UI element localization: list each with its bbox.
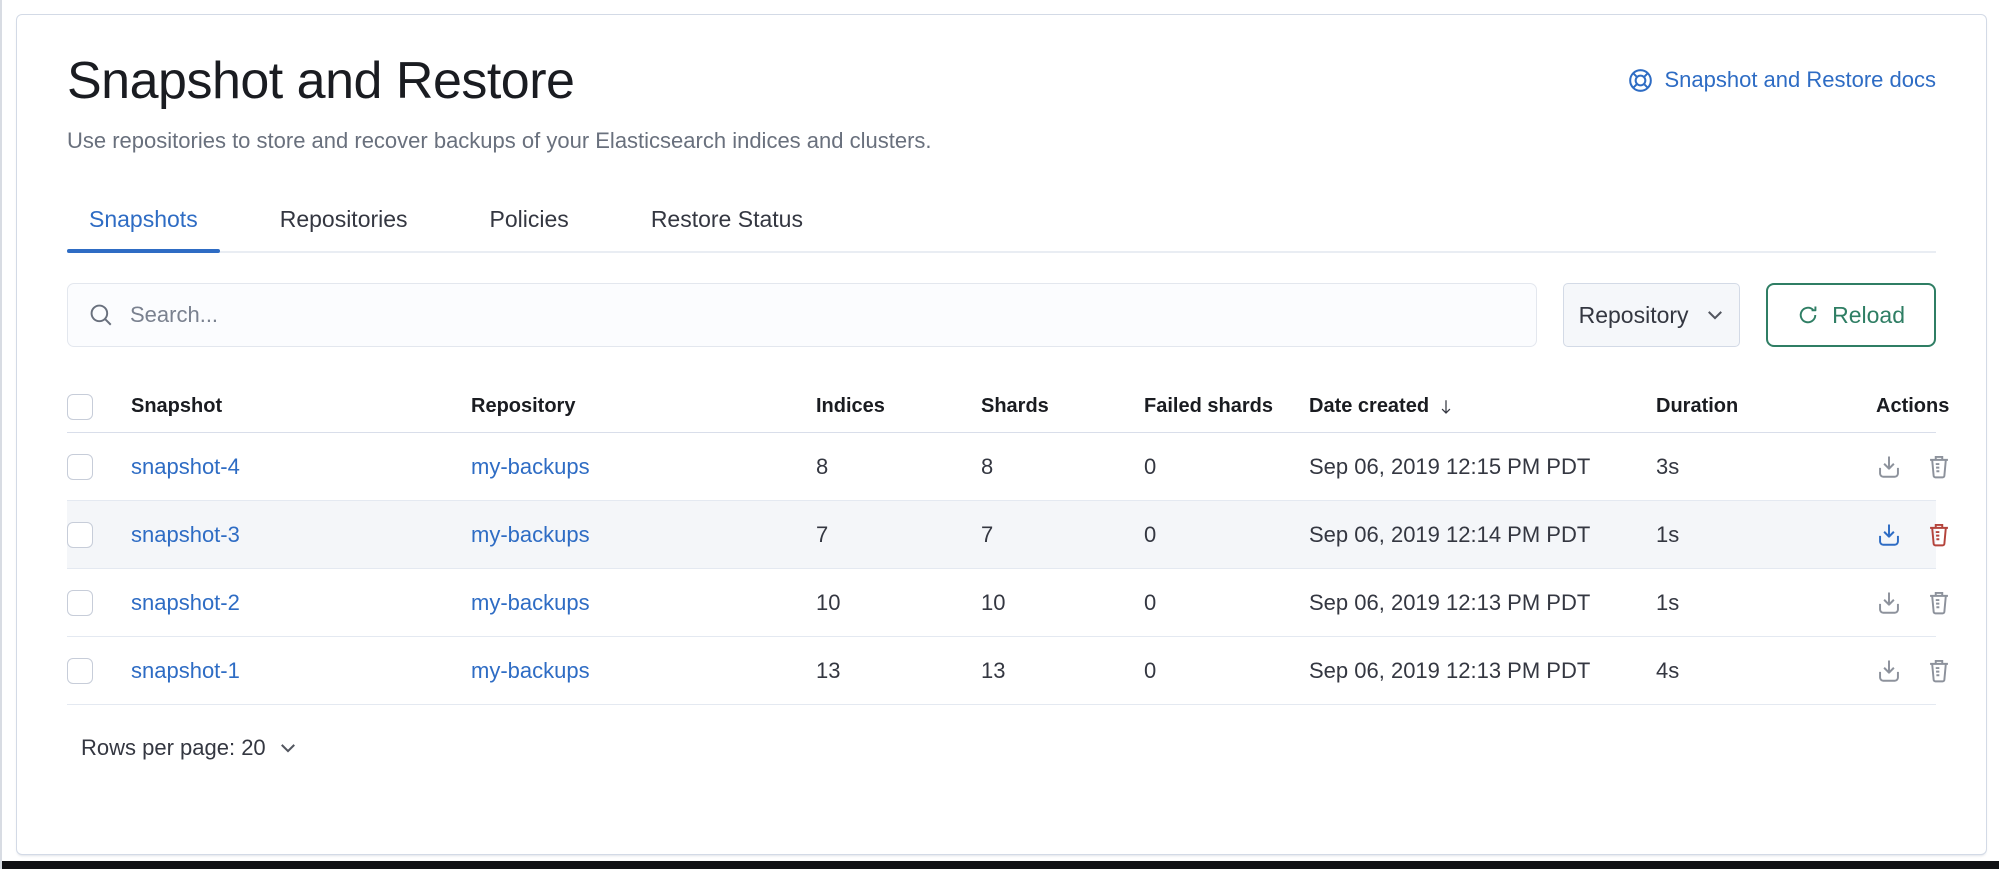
screenshot-bottom-edge <box>2 861 1999 869</box>
repository-filter-label: Repository <box>1579 302 1689 329</box>
indices-cell: 7 <box>816 522 981 548</box>
snapshots-table: Snapshot Repository Indices Shards Faile… <box>31 381 1972 705</box>
row-select-cell <box>67 658 131 684</box>
table-row: snapshot-2 my-backups 10 10 0 Sep 06, 20… <box>67 569 1936 637</box>
column-header-snapshot[interactable]: Snapshot <box>131 395 471 418</box>
tab-repositories[interactable]: Repositories <box>258 192 430 251</box>
column-header-date-created[interactable]: Date created <box>1309 395 1656 418</box>
repository-filter-button[interactable]: Repository <box>1563 283 1740 347</box>
table-row: snapshot-1 my-backups 13 13 0 Sep 06, 20… <box>67 637 1936 705</box>
tab-snapshots[interactable]: Snapshots <box>67 192 220 251</box>
page-header: Snapshot and Restore Snapshot and Restor… <box>67 49 1936 114</box>
failed-shards-cell: 0 <box>1144 658 1309 684</box>
page-title: Snapshot and Restore <box>67 49 574 114</box>
failed-shards-cell: 0 <box>1144 522 1309 548</box>
screen: Snapshot and Restore Snapshot and Restor… <box>0 0 1999 869</box>
date-created-cell: Sep 06, 2019 12:15 PM PDT <box>1309 454 1656 480</box>
rows-per-page-label: Rows per page: 20 <box>81 735 266 761</box>
duration-cell: 3s <box>1656 454 1876 480</box>
shards-cell: 7 <box>981 522 1144 548</box>
delete-snapshot-icon[interactable] <box>1926 590 1952 616</box>
search-icon <box>88 302 114 328</box>
tab-bar: Snapshots Repositories Policies Restore … <box>67 192 1936 253</box>
help-lifebuoy-icon <box>1628 68 1653 93</box>
select-all-checkbox[interactable] <box>67 394 93 420</box>
indices-cell: 13 <box>816 658 981 684</box>
delete-snapshot-icon[interactable] <box>1926 454 1952 480</box>
repository-link[interactable]: my-backups <box>471 522 590 547</box>
column-header-actions: Actions <box>1876 395 1949 418</box>
date-created-cell: Sep 06, 2019 12:13 PM PDT <box>1309 590 1656 616</box>
restore-snapshot-icon[interactable] <box>1876 522 1902 548</box>
row-checkbox[interactable] <box>67 658 93 684</box>
duration-cell: 1s <box>1656 590 1876 616</box>
repository-link[interactable]: my-backups <box>471 658 590 683</box>
column-header-duration[interactable]: Duration <box>1656 395 1876 418</box>
row-select-cell <box>67 590 131 616</box>
shards-cell: 13 <box>981 658 1144 684</box>
column-header-repository[interactable]: Repository <box>471 395 816 418</box>
snapshot-link[interactable]: snapshot-1 <box>131 658 240 683</box>
row-actions <box>1876 590 1954 616</box>
repository-link[interactable]: my-backups <box>471 454 590 479</box>
reload-label: Reload <box>1832 302 1905 329</box>
table-body: snapshot-4 my-backups 8 8 0 Sep 06, 2019… <box>67 433 1936 705</box>
row-actions <box>1876 658 1954 684</box>
date-created-cell: Sep 06, 2019 12:13 PM PDT <box>1309 658 1656 684</box>
snapshot-restore-panel: Snapshot and Restore Snapshot and Restor… <box>16 14 1987 855</box>
refresh-icon <box>1797 304 1819 326</box>
snapshot-link[interactable]: snapshot-4 <box>131 454 240 479</box>
failed-shards-cell: 0 <box>1144 454 1309 480</box>
table-row: snapshot-4 my-backups 8 8 0 Sep 06, 2019… <box>67 433 1936 501</box>
sort-arrow-down-icon <box>1437 396 1455 418</box>
column-header-indices[interactable]: Indices <box>816 395 981 418</box>
row-select-cell <box>67 454 131 480</box>
delete-snapshot-icon[interactable] <box>1926 658 1952 684</box>
indices-cell: 8 <box>816 454 981 480</box>
snapshot-link[interactable]: snapshot-3 <box>131 522 240 547</box>
table-row: snapshot-3 my-backups 7 7 0 Sep 06, 2019… <box>67 501 1936 569</box>
chevron-down-icon <box>1705 305 1725 325</box>
tab-policies[interactable]: Policies <box>468 192 591 251</box>
row-checkbox[interactable] <box>67 590 93 616</box>
docs-link-label: Snapshot and Restore docs <box>1664 67 1936 93</box>
restore-snapshot-icon[interactable] <box>1876 590 1902 616</box>
restore-snapshot-icon[interactable] <box>1876 658 1902 684</box>
shards-cell: 8 <box>981 454 1144 480</box>
search-input[interactable] <box>130 302 1516 328</box>
row-checkbox[interactable] <box>67 522 93 548</box>
date-created-cell: Sep 06, 2019 12:14 PM PDT <box>1309 522 1656 548</box>
rows-per-page-button[interactable]: Rows per page: 20 <box>67 735 298 761</box>
restore-snapshot-icon[interactable] <box>1876 454 1902 480</box>
select-all-cell <box>67 394 131 420</box>
row-select-cell <box>67 522 131 548</box>
shards-cell: 10 <box>981 590 1144 616</box>
snapshot-link[interactable]: snapshot-2 <box>131 590 240 615</box>
repository-link[interactable]: my-backups <box>471 590 590 615</box>
tab-restore-status[interactable]: Restore Status <box>629 192 825 251</box>
failed-shards-cell: 0 <box>1144 590 1309 616</box>
chevron-down-icon <box>278 738 298 758</box>
duration-cell: 4s <box>1656 658 1876 684</box>
duration-cell: 1s <box>1656 522 1876 548</box>
column-header-shards[interactable]: Shards <box>981 395 1144 418</box>
delete-snapshot-icon[interactable] <box>1926 522 1952 548</box>
column-header-failed-shards[interactable]: Failed shards <box>1144 395 1309 418</box>
reload-button[interactable]: Reload <box>1766 283 1936 347</box>
indices-cell: 10 <box>816 590 981 616</box>
docs-link[interactable]: Snapshot and Restore docs <box>1628 67 1936 93</box>
page-subtitle: Use repositories to store and recover ba… <box>67 128 1936 154</box>
table-header-row: Snapshot Repository Indices Shards Faile… <box>67 381 1936 433</box>
search-field[interactable] <box>67 283 1537 347</box>
row-actions <box>1876 522 1954 548</box>
toolbar: Repository Reload <box>67 283 1936 347</box>
row-checkbox[interactable] <box>67 454 93 480</box>
row-actions <box>1876 454 1954 480</box>
date-created-label: Date created <box>1309 395 1429 418</box>
